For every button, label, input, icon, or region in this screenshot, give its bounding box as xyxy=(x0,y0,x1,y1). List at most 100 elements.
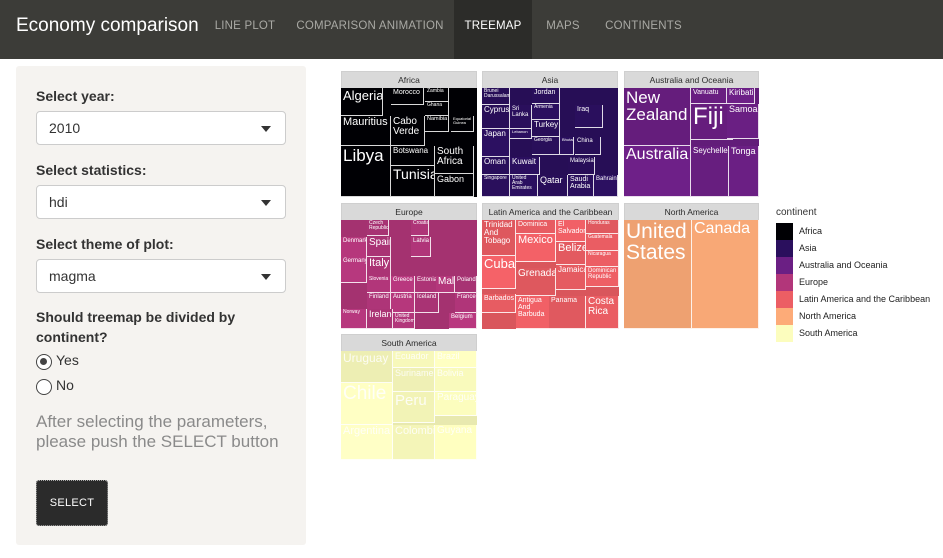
treemap-tile[interactable]: Norway xyxy=(341,309,367,329)
treemap-tile-label: Lebanon xyxy=(512,129,528,134)
tab-line-plot[interactable]: LINE PLOT xyxy=(206,0,284,59)
treemap-tile[interactable]: Dominica xyxy=(516,220,556,234)
treemap-tile[interactable]: Guyana xyxy=(435,425,477,460)
treemap-tile[interactable]: Brazil xyxy=(435,351,477,368)
treemap-tile[interactable]: Oman xyxy=(482,157,510,175)
treemap-tile[interactable]: Ghana xyxy=(425,102,449,116)
treemap-tile[interactable]: Mauritius xyxy=(341,116,391,146)
treemap-tile[interactable]: Uruguay xyxy=(341,351,393,383)
treemap-tile[interactable]: Tunisia xyxy=(391,166,435,197)
treemap-tile[interactable]: Latvia xyxy=(411,237,431,257)
treemap-tile[interactable]: France xyxy=(455,293,477,313)
treemap-tile[interactable]: Peru xyxy=(393,392,435,423)
treemap-tile[interactable]: Sri Lanka xyxy=(510,105,532,129)
treemap-tile[interactable]: Ecuador xyxy=(393,351,435,368)
treemap-tile[interactable]: Jamaica xyxy=(556,265,586,290)
treemap-tile[interactable]: Croatia xyxy=(411,220,429,236)
treemap-tile[interactable]: Barbados xyxy=(482,294,516,313)
treemap-tile[interactable]: Costa Rica xyxy=(586,296,619,329)
treemap-tile[interactable]: United States xyxy=(624,220,692,329)
treemap-tile[interactable]: Guatemala xyxy=(586,234,619,251)
treemap-tile[interactable]: Malta xyxy=(436,276,455,293)
treemap-tile[interactable]: New Zealand xyxy=(624,88,691,146)
treemap-tile[interactable]: Saudi Arabia xyxy=(568,175,594,197)
treemap-tile[interactable]: Equatorial Guinea xyxy=(451,116,474,132)
treemap-tile[interactable]: Mexico xyxy=(516,234,556,262)
treemap-tile[interactable]: Germany xyxy=(341,257,367,283)
treemap-tile[interactable]: Iceland xyxy=(415,293,439,313)
treemap-tile[interactable]: United Arab Emirates xyxy=(510,175,538,197)
theme-select[interactable]: magma xyxy=(36,259,286,293)
treemap-tile[interactable]: Bahrain xyxy=(594,175,618,197)
tab-maps[interactable]: MAPS xyxy=(534,0,592,59)
treemap-tile[interactable]: Trinidad And Tobago xyxy=(482,220,516,256)
treemap-tile[interactable]: El Salvador xyxy=(556,220,586,242)
treemap-tile[interactable]: China xyxy=(575,137,601,155)
treemap-tile[interactable]: Libya xyxy=(341,146,391,197)
treemap-tile[interactable]: Samoa xyxy=(727,104,759,139)
select-button[interactable]: SELECT xyxy=(36,480,108,526)
treemap-tile[interactable]: Chile xyxy=(341,383,393,425)
treemap-tile[interactable]: Turkey xyxy=(532,120,560,137)
treemap-tile[interactable]: Algeria xyxy=(341,88,383,116)
treemap-tile[interactable]: Lebanon xyxy=(510,129,532,139)
treemap-tile[interactable]: Georgia xyxy=(532,137,560,155)
treemap-tile[interactable]: Bolivia xyxy=(435,368,477,392)
treemap-tile[interactable]: Armenia xyxy=(532,104,560,120)
treemap-tile[interactable]: Canada xyxy=(692,220,759,329)
treemap-tile[interactable]: Belize xyxy=(556,242,586,265)
treemap-tile[interactable]: Malaysia xyxy=(568,157,595,175)
treemap-tile[interactable]: Belgium xyxy=(449,313,477,329)
treemap-tile[interactable]: Nicaragua xyxy=(586,251,619,267)
treemap-tile[interactable]: Suriname xyxy=(393,368,435,392)
treemap-tile[interactable]: Namibia xyxy=(425,116,449,132)
treemap-tile[interactable]: Czech Republic xyxy=(367,220,389,236)
treemap-tile[interactable]: Botswana xyxy=(391,146,435,166)
treemap-tile[interactable]: Vanuatu xyxy=(691,88,727,104)
treemap-tile[interactable]: Panama xyxy=(549,296,586,329)
treemap-tile[interactable]: Cyprus xyxy=(482,105,510,129)
treemap-tile[interactable]: Iraq xyxy=(575,105,603,128)
treemap-tile[interactable]: Kuwait xyxy=(510,157,540,175)
treemap-tile[interactable]: Dominican Republic xyxy=(586,267,619,287)
treemap-tile[interactable]: Jordan xyxy=(532,88,560,104)
statistics-select[interactable]: hdi xyxy=(36,185,286,219)
treemap-tile[interactable]: Ireland xyxy=(367,309,393,329)
treemap-tile[interactable]: Bhutan xyxy=(560,137,574,155)
treemap-tile[interactable]: South Africa xyxy=(435,146,474,174)
treemap-tile[interactable]: Kiribati xyxy=(727,88,755,104)
treemap-tile[interactable]: Seychelles xyxy=(691,146,729,197)
treemap-tile[interactable]: Slovenia xyxy=(367,276,391,293)
treemap-tile[interactable]: Grenada xyxy=(516,268,556,296)
tab-continents[interactable]: CONTINENTS xyxy=(596,0,691,59)
radio-yes-button[interactable] xyxy=(36,354,52,370)
treemap-tile[interactable]: Cabo Verde xyxy=(391,116,425,146)
treemap-tile[interactable]: Brunei Darussalam xyxy=(482,88,510,105)
treemap-tile[interactable]: Greece xyxy=(391,276,415,293)
treemap-tile[interactable]: Australia xyxy=(624,146,691,197)
radio-no-button[interactable] xyxy=(36,379,52,395)
treemap-tile[interactable]: Gabon xyxy=(435,174,474,197)
treemap-tile[interactable]: Spain xyxy=(367,237,391,257)
tab-comparison-animation[interactable]: COMPARISON ANIMATION xyxy=(290,0,450,59)
treemap-tile-label: Cabo Verde xyxy=(393,116,420,137)
treemap-tile[interactable]: Zambia xyxy=(425,88,449,102)
treemap-tile[interactable]: Singapore xyxy=(482,175,510,197)
treemap-tile[interactable]: Argentina xyxy=(341,425,393,460)
tab-treemap[interactable]: TREEMAP xyxy=(454,0,532,59)
treemap-tile[interactable]: Tonga xyxy=(729,146,759,197)
treemap-tile[interactable]: United Kingdom xyxy=(393,313,415,329)
treemap-tile[interactable]: Morocco xyxy=(391,88,424,105)
treemap-tile-label: Canada xyxy=(694,220,751,237)
treemap-tile[interactable]: Paraguay xyxy=(435,392,477,416)
treemap-tile[interactable]: Colombia xyxy=(393,425,435,460)
treemap-tile[interactable]: Qatar xyxy=(538,175,568,197)
treemap-tile[interactable]: Japan xyxy=(482,129,510,157)
treemap-tile[interactable]: Cuba xyxy=(482,256,516,289)
treemap-tile[interactable]: Denmark xyxy=(341,237,367,259)
legend-label: Asia xyxy=(799,243,817,253)
treemap-tile[interactable]: Honduras xyxy=(586,220,619,234)
treemap-tile[interactable]: Austria xyxy=(391,293,415,313)
year-select[interactable]: 2010 xyxy=(36,111,286,145)
treemap-tile[interactable]: Poland xyxy=(455,276,477,293)
